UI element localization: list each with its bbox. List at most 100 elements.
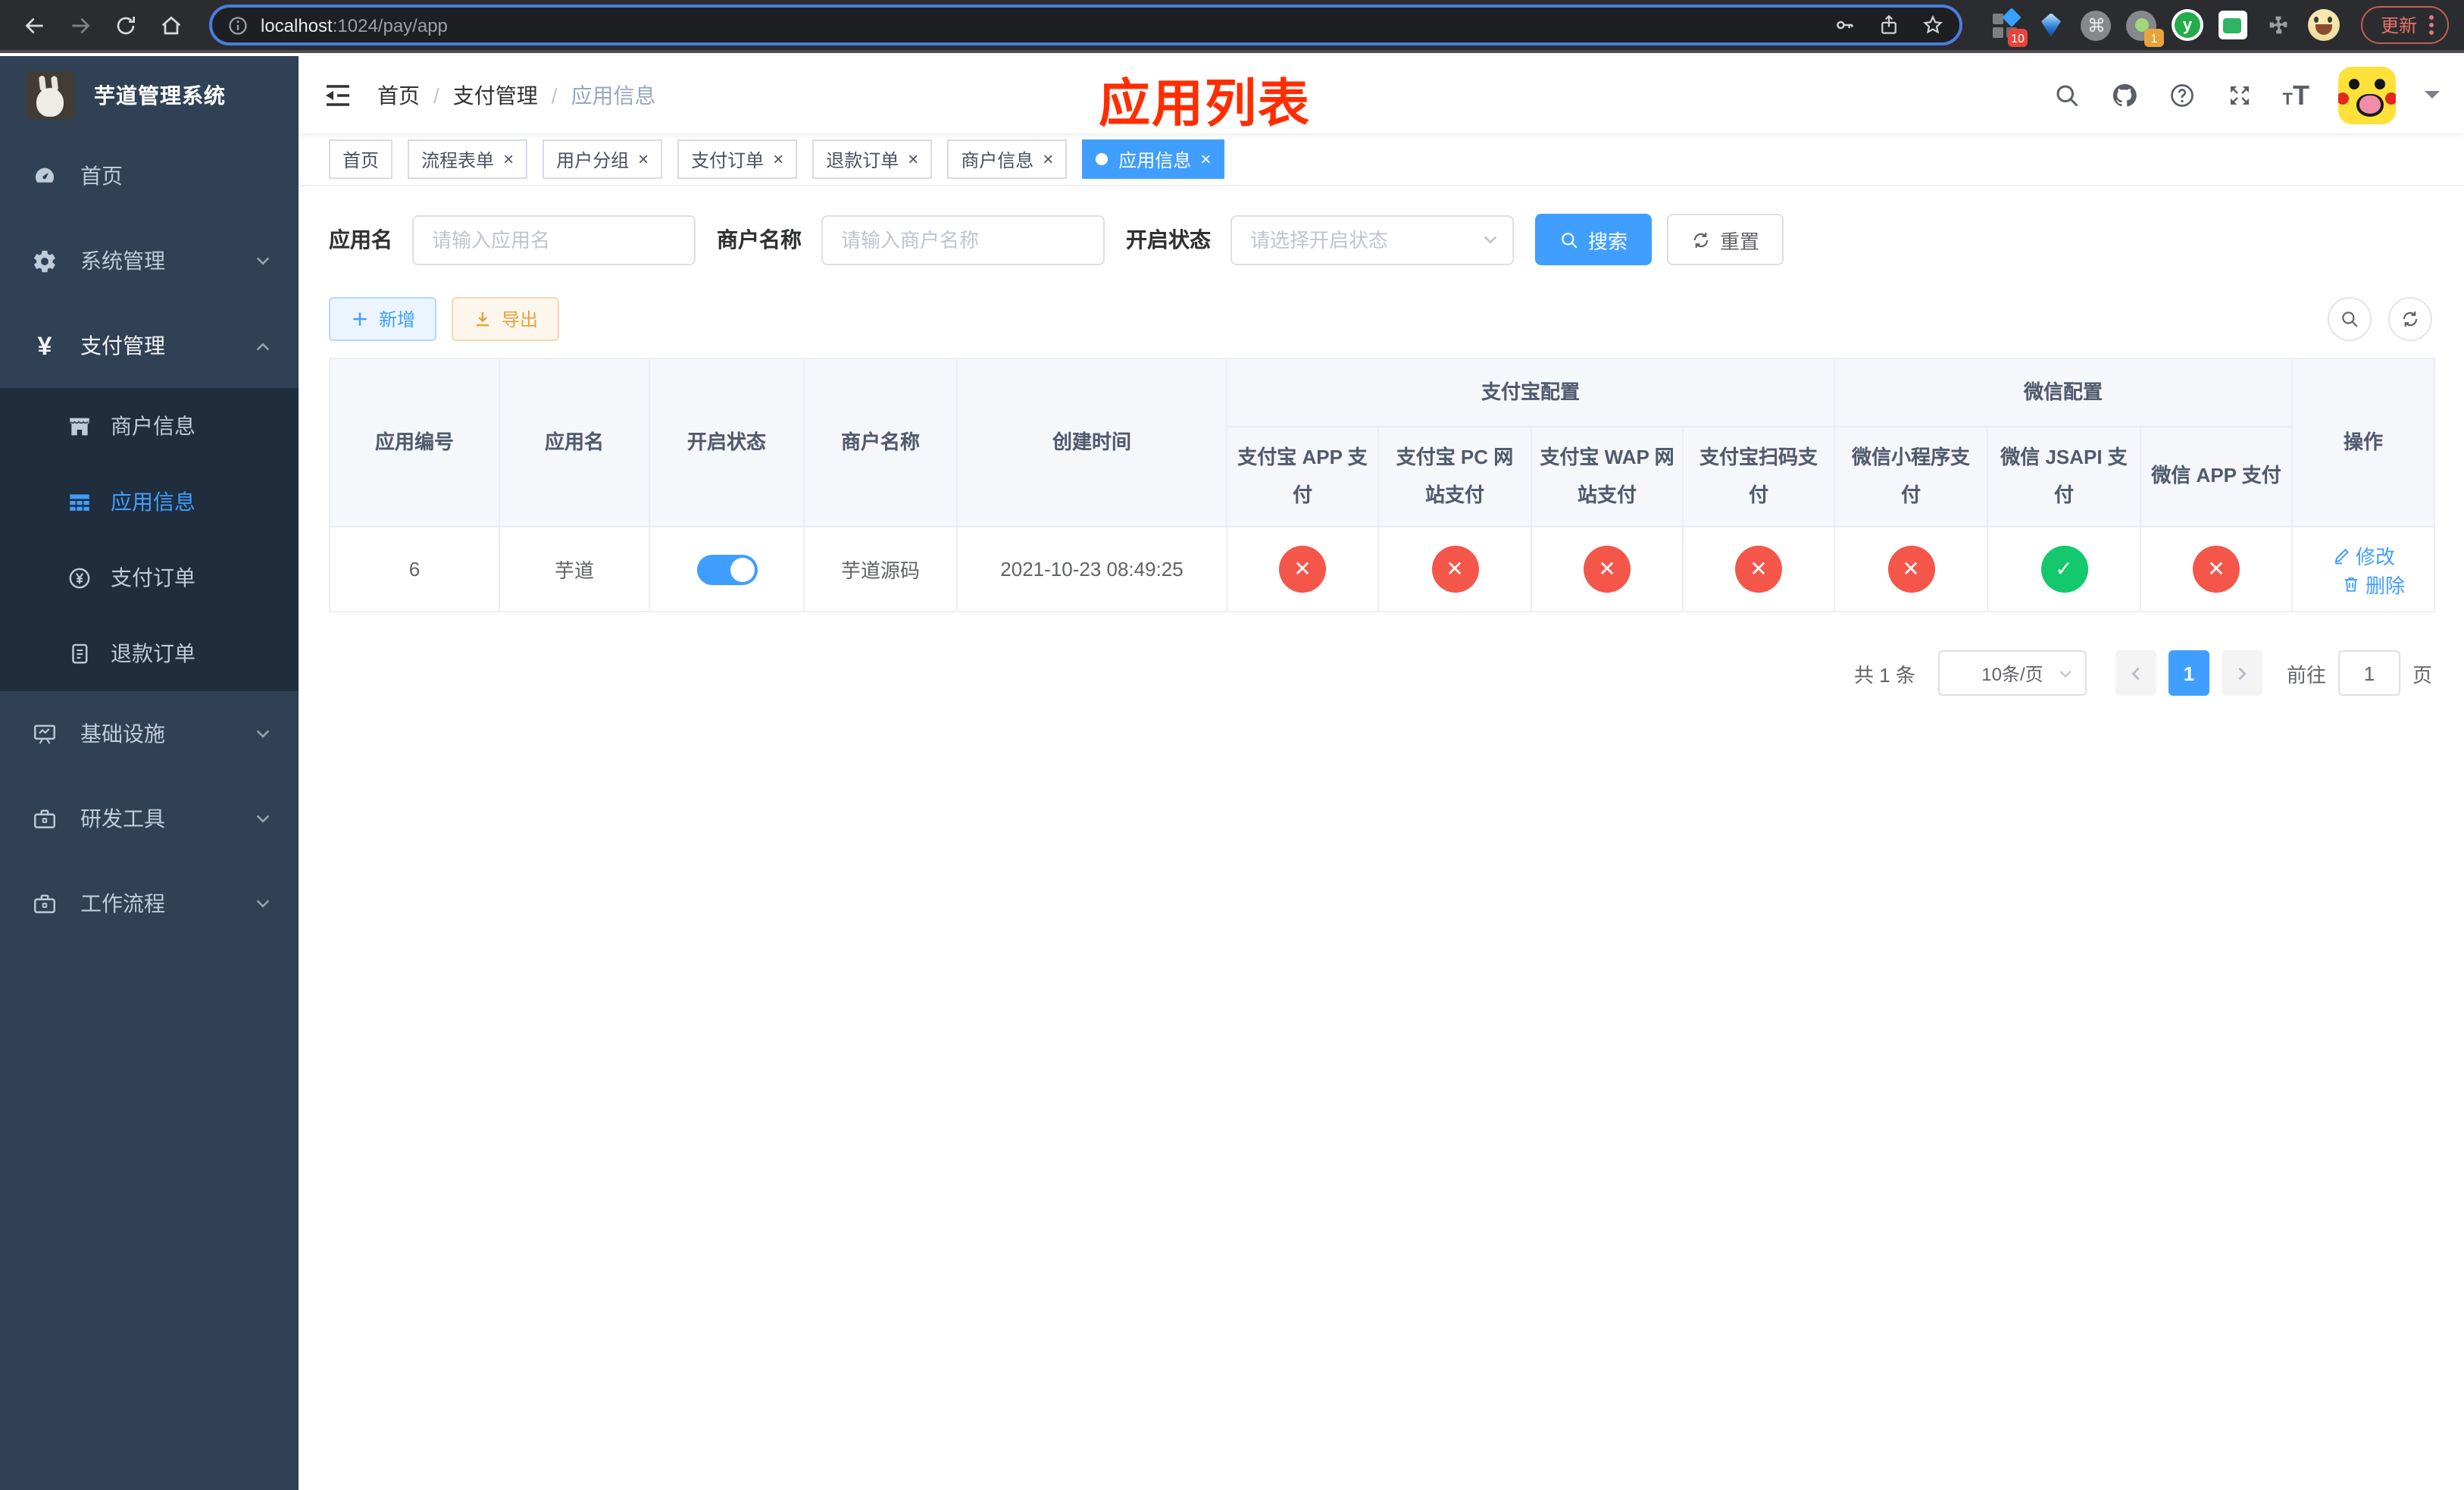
fullscreen-icon[interactable] (2225, 80, 2254, 109)
col-alipay-app: 支付宝 APP 支付 (1226, 426, 1379, 527)
share-icon[interactable] (1878, 14, 1900, 36)
refresh-table-button[interactable] (2388, 297, 2432, 341)
close-icon[interactable]: × (1200, 150, 1211, 168)
github-icon[interactable] (2110, 80, 2139, 109)
address-bar[interactable]: localhost:1024/pay/app (209, 5, 1962, 45)
shop-icon (67, 413, 92, 439)
col-status: 开启状态 (649, 358, 805, 527)
export-button[interactable]: 导出 (452, 297, 560, 341)
close-icon[interactable]: × (773, 150, 783, 168)
sidebar-item-home[interactable]: 首页 (0, 133, 299, 218)
page-size-select[interactable]: 10条/页 (1937, 650, 2087, 696)
search-icon (1559, 230, 1579, 249)
browser-menu-icon[interactable] (2429, 15, 2434, 35)
extension-green-y-icon[interactable]: y (2171, 9, 2203, 41)
col-created: 创建时间 (956, 358, 1227, 527)
prev-page-button[interactable] (2115, 650, 2156, 696)
search-button[interactable]: 搜索 (1535, 214, 1653, 265)
tab-user-group[interactable]: 用户分组 × (543, 139, 663, 179)
browser-home-button[interactable] (152, 5, 191, 45)
extension-grid-diamond-icon[interactable]: 10 (1990, 7, 2028, 47)
current-page-button[interactable]: 1 (2168, 650, 2209, 696)
chevron-down-icon (2058, 667, 2073, 682)
tab-pay-order[interactable]: 支付订单 × (677, 139, 798, 179)
browser-forward-button[interactable] (61, 5, 100, 45)
breadcrumb-payment[interactable]: 支付管理 (453, 80, 538, 110)
avatar-caret-icon[interactable] (2425, 91, 2440, 106)
sidebar-item-dev-tools[interactable]: 研发工具 (0, 776, 299, 861)
extension-recorder-icon[interactable]: 1 (2126, 9, 2164, 47)
chevron-up-icon (255, 337, 271, 354)
table-row: 6 芋道 芋道源码 2021-10-23 08:49:25 ✕ ✕ ✕ ✕ ✕ … (329, 526, 2436, 612)
extension-badge: 1 (2143, 29, 2164, 47)
sidebar-item-pay-order[interactable]: 支付订单 (0, 540, 299, 615)
edit-link[interactable]: 修改 (2331, 540, 2395, 569)
status-label: 开启状态 (1126, 227, 1211, 252)
reset-button[interactable]: 重置 (1667, 214, 1784, 265)
site-info-icon[interactable] (227, 14, 249, 36)
user-avatar[interactable] (2338, 66, 2396, 124)
sidebar-item-infrastructure[interactable]: 基础设施 (0, 691, 299, 776)
extension-command-icon[interactable]: ⌘ (2081, 9, 2112, 41)
help-icon[interactable] (2168, 80, 2197, 109)
extension-blue-gem-icon[interactable] (2035, 9, 2067, 41)
col-wechat-jsapi: 微信 JSAPI 支付 (1987, 426, 2142, 527)
extension-chat-icon[interactable] (2217, 9, 2249, 41)
url-path: :1024/pay/app (332, 14, 448, 36)
add-button[interactable]: 新增 (329, 297, 437, 341)
app-name-input[interactable] (412, 214, 696, 265)
sidebar-item-refund-order[interactable]: 退款订单 (0, 615, 299, 691)
browser-update-button[interactable]: 更新 (2360, 6, 2449, 44)
enable-switch[interactable] (696, 554, 757, 584)
extensions-puzzle-icon[interactable] (2262, 9, 2294, 41)
delete-link[interactable]: 删除 (2341, 569, 2405, 598)
goto-page-input[interactable] (2337, 650, 2400, 696)
close-icon[interactable]: × (908, 150, 918, 168)
wechat-mini-status-icon: ✕ (1887, 546, 1935, 593)
status-select[interactable] (1230, 214, 1514, 265)
browser-profile-avatar[interactable] (2307, 9, 2340, 41)
merchant-name-input[interactable] (821, 214, 1105, 265)
app-logo[interactable]: 芋道管理系统 (0, 56, 299, 133)
navbar-actions: TT (2053, 66, 2440, 124)
password-key-icon[interactable] (1834, 14, 1856, 36)
toolbox-icon (32, 806, 58, 831)
close-icon[interactable]: × (1043, 150, 1053, 168)
breadcrumb-home[interactable]: 首页 (377, 80, 420, 110)
goto-prefix: 前往 (2286, 663, 2326, 686)
sidebar-item-payment[interactable]: ¥ 支付管理 (0, 303, 299, 388)
next-page-button[interactable] (2221, 650, 2262, 696)
goto-suffix: 页 (2412, 663, 2432, 686)
sidebar-item-system[interactable]: 系统管理 (0, 218, 299, 303)
page-annotation-title: 应用列表 (1099, 76, 1311, 133)
tab-refund-order[interactable]: 退款订单 × (812, 139, 933, 179)
tab-home[interactable]: 首页 (329, 139, 393, 179)
tab-merchant-info[interactable]: 商户信息 × (947, 139, 1068, 179)
breadcrumb-current: 应用信息 (571, 83, 656, 107)
logo-rabbit-image (26, 70, 74, 119)
browser-reload-button[interactable] (106, 5, 145, 45)
browser-back-button[interactable] (15, 5, 55, 45)
yen-circle-icon (67, 565, 92, 590)
tab-app-info[interactable]: 应用信息 × (1082, 139, 1225, 179)
trash-icon (2341, 574, 2361, 593)
search-icon (2340, 309, 2359, 329)
sidebar-fold-icon[interactable] (323, 80, 353, 110)
screen: localhost:1024/pay/app 10 ⌘ 1 y 更新 芋道管理系… (0, 0, 2464, 1490)
sidebar-item-workflow[interactable]: 工作流程 (0, 861, 299, 946)
url-host: localhost (261, 14, 333, 36)
close-icon[interactable]: × (503, 150, 514, 168)
close-icon[interactable]: × (638, 150, 649, 168)
sidebar-item-app-info[interactable]: 应用信息 (0, 464, 299, 540)
wechat-jsapi-status-icon: ✓ (2040, 546, 2088, 593)
sidebar-item-merchant-info[interactable]: 商户信息 (0, 388, 299, 464)
cell-app-name: 芋道 (499, 526, 650, 612)
alipay-app-status-icon: ✕ (1279, 546, 1326, 593)
tab-process-form[interactable]: 流程表单 × (408, 139, 528, 179)
chevron-down-icon (255, 252, 271, 269)
bookmark-star-icon[interactable] (1921, 14, 1944, 36)
header-search-icon[interactable] (2053, 80, 2081, 109)
font-size-icon[interactable]: TT (2283, 81, 2309, 108)
monitor-icon (32, 721, 58, 747)
toggle-search-button[interactable] (2328, 297, 2372, 341)
